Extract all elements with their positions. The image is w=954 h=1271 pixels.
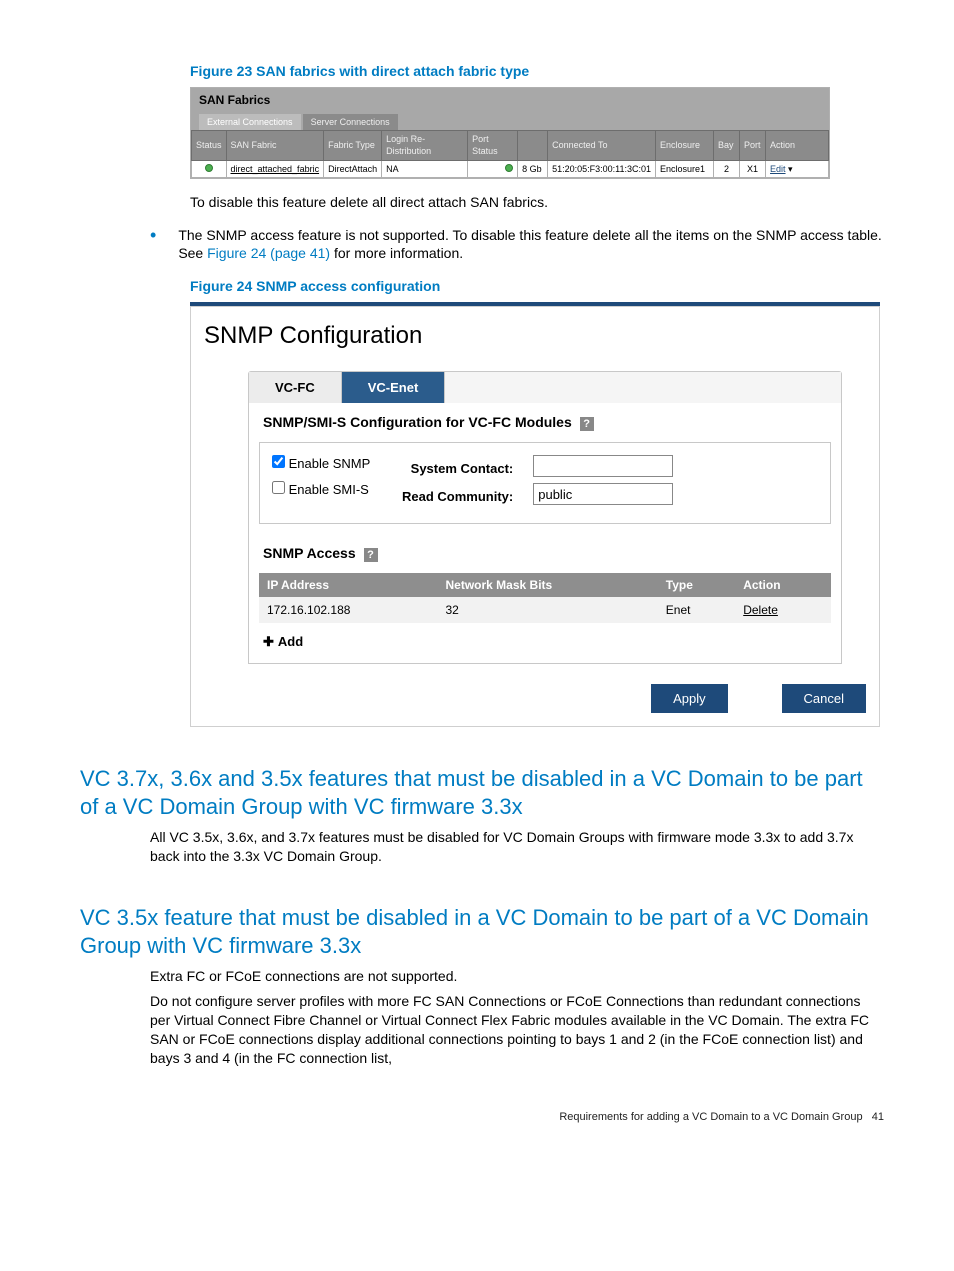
section-heading: VC 3.7x, 3.6x and 3.5x features that mus…: [80, 765, 884, 820]
tab-vc-fc[interactable]: VC-FC: [249, 372, 342, 404]
figure-24-caption: Figure 24 SNMP access configuration: [190, 277, 884, 296]
snmp-section-heading: SNMP/SMI-S Configuration for VC-FC Modul…: [249, 403, 841, 442]
body-para: To disable this feature delete all direc…: [190, 193, 884, 212]
bullet-item: • The SNMP access feature is not support…: [150, 226, 884, 264]
snmp-access-table: IP Address Network Mask Bits Type Action…: [259, 573, 831, 623]
tab-vc-enet[interactable]: VC-Enet: [342, 372, 446, 404]
status-ok-icon: [205, 164, 213, 172]
body-para: Extra FC or FCoE connections are not sup…: [150, 967, 884, 986]
apply-button[interactable]: Apply: [651, 684, 728, 714]
figure-23-caption: Figure 23 SAN fabrics with direct attach…: [190, 62, 884, 81]
enable-smis-checkbox[interactable]: [272, 481, 285, 494]
bullet-icon: •: [150, 226, 156, 264]
cancel-button[interactable]: Cancel: [782, 684, 866, 714]
san-subtab-server[interactable]: Server Connections: [303, 114, 398, 130]
san-fabrics-title: SAN Fabrics: [191, 88, 829, 112]
snmp-config-screenshot: SNMP Configuration VC-FC VC-Enet SNMP/SM…: [190, 302, 880, 727]
figure-24-link[interactable]: Figure 24 (page 41): [207, 245, 330, 261]
san-fabrics-screenshot: SAN Fabrics External Connections Server …: [190, 87, 830, 179]
delete-link[interactable]: Delete: [743, 603, 778, 617]
san-subtab-external[interactable]: External Connections: [199, 114, 301, 130]
section-heading: VC 3.5x feature that must be disabled in…: [80, 904, 884, 959]
snmp-title: SNMP Configuration: [190, 306, 880, 370]
system-contact-label: System Contact:: [402, 455, 513, 483]
port-ok-icon: [505, 164, 513, 172]
read-community-label: Read Community:: [402, 483, 513, 511]
body-para: All VC 3.5x, 3.6x, and 3.7x features mus…: [150, 828, 884, 866]
system-contact-input[interactable]: [533, 455, 673, 477]
page-footer: Requirements for adding a VC Domain to a…: [80, 1110, 884, 1125]
enable-snmp-checkbox[interactable]: [272, 455, 285, 468]
table-row: 172.16.102.188 32 Enet Delete: [259, 597, 831, 623]
body-para: Do not configure server profiles with mo…: [150, 992, 884, 1068]
table-row: direct_attached_fabric DirectAttach NA 8…: [192, 160, 829, 177]
read-community-input[interactable]: [533, 483, 673, 505]
edit-link[interactable]: Edit: [770, 164, 786, 174]
plus-icon: ✚: [263, 634, 274, 649]
san-fabrics-table: Status SAN Fabric Fabric Type Login Re-D…: [191, 130, 829, 177]
help-icon[interactable]: ?: [580, 417, 594, 431]
snmp-access-heading: SNMP Access ?: [249, 538, 841, 569]
add-button[interactable]: ✚Add: [249, 629, 841, 663]
help-icon[interactable]: ?: [364, 548, 378, 562]
